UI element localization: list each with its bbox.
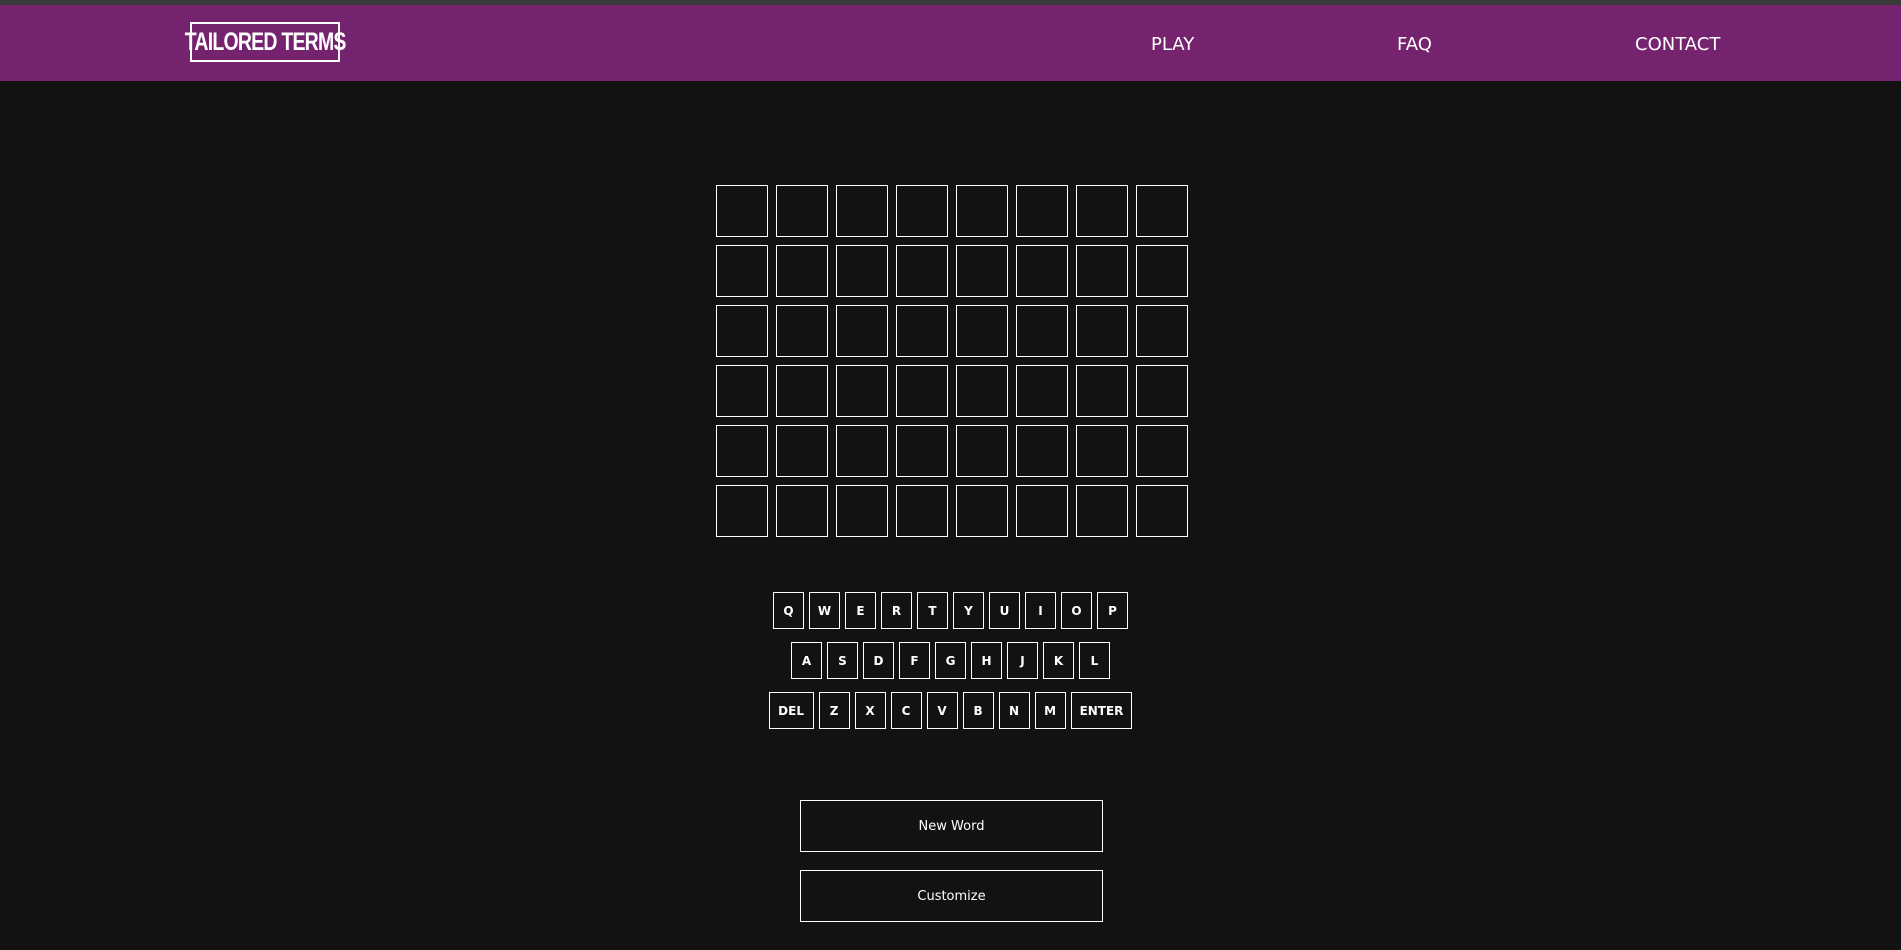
grid-cell: [716, 245, 768, 297]
logo-text: TAILORED TERMS: [184, 27, 347, 56]
grid-cell: [1136, 245, 1188, 297]
grid-cell: [896, 185, 948, 237]
grid-cell: [1076, 245, 1128, 297]
key-i[interactable]: I: [1025, 592, 1056, 629]
grid-cell: [1136, 305, 1188, 357]
new-word-button[interactable]: New Word: [800, 800, 1103, 852]
grid-cell: [836, 425, 888, 477]
grid-cell: [956, 185, 1008, 237]
grid-cell: [776, 485, 828, 537]
grid-cell: [896, 245, 948, 297]
grid-cell: [1016, 185, 1068, 237]
key-q[interactable]: Q: [773, 592, 804, 629]
grid-cell: [836, 185, 888, 237]
grid-cell: [1016, 425, 1068, 477]
key-del[interactable]: DEL: [768, 692, 814, 729]
grid-cell: [1016, 485, 1068, 537]
grid-cell: [1076, 185, 1128, 237]
navbar: TAILORED TERMS PLAY FAQ CONTACT: [0, 5, 1901, 81]
key-a[interactable]: A: [791, 642, 822, 679]
nav-contact-link[interactable]: CONTACT: [1635, 34, 1720, 55]
key-enter[interactable]: ENTER: [1070, 692, 1133, 729]
grid-cell: [716, 185, 768, 237]
key-g[interactable]: G: [935, 642, 966, 679]
key-e[interactable]: E: [845, 592, 876, 629]
grid-cell: [1136, 365, 1188, 417]
key-d[interactable]: D: [863, 642, 894, 679]
key-p[interactable]: P: [1097, 592, 1128, 629]
grid-cell: [896, 365, 948, 417]
grid-cell: [1016, 245, 1068, 297]
key-x[interactable]: X: [854, 692, 886, 729]
key-y[interactable]: Y: [953, 592, 984, 629]
key-v[interactable]: V: [926, 692, 958, 729]
key-l[interactable]: L: [1079, 642, 1110, 679]
keyboard-row-2: ASDFGHJKL: [0, 642, 1901, 679]
grid-cell: [836, 245, 888, 297]
nav-play-link[interactable]: PLAY: [1151, 34, 1194, 55]
grid-cell: [776, 365, 828, 417]
key-m[interactable]: M: [1034, 692, 1066, 729]
grid-cell: [776, 305, 828, 357]
grid-cell: [716, 485, 768, 537]
key-u[interactable]: U: [989, 592, 1020, 629]
grid-cell: [1016, 365, 1068, 417]
key-o[interactable]: O: [1061, 592, 1092, 629]
grid-cell: [956, 425, 1008, 477]
key-w[interactable]: W: [809, 592, 840, 629]
keyboard-row-3: DEL Z X C V B N M ENTER: [0, 692, 1901, 729]
key-t[interactable]: T: [917, 592, 948, 629]
key-h[interactable]: H: [971, 642, 1002, 679]
grid-cell: [836, 305, 888, 357]
grid-cell: [896, 485, 948, 537]
key-c[interactable]: C: [890, 692, 922, 729]
grid-cell: [896, 305, 948, 357]
grid-cell: [776, 185, 828, 237]
grid-cell: [1136, 485, 1188, 537]
keyboard-row-1: QWERTYUIOP: [0, 592, 1901, 629]
grid-cell: [836, 485, 888, 537]
grid-cell: [956, 245, 1008, 297]
grid-cell: [956, 485, 1008, 537]
key-z[interactable]: Z: [818, 692, 850, 729]
letter-grid: [716, 185, 1188, 537]
key-j[interactable]: J: [1007, 642, 1038, 679]
grid-cell: [1076, 365, 1128, 417]
grid-cell: [1076, 305, 1128, 357]
key-n[interactable]: N: [998, 692, 1030, 729]
grid-cell: [1016, 305, 1068, 357]
grid-cell: [776, 245, 828, 297]
grid-cell: [1076, 485, 1128, 537]
grid-cell: [1076, 425, 1128, 477]
grid-cell: [956, 305, 1008, 357]
grid-cell: [956, 365, 1008, 417]
nav-faq-link[interactable]: FAQ: [1397, 34, 1432, 55]
key-r[interactable]: R: [881, 592, 912, 629]
key-s[interactable]: S: [827, 642, 858, 679]
grid-cell: [1136, 425, 1188, 477]
grid-cell: [716, 365, 768, 417]
logo[interactable]: TAILORED TERMS: [185, 22, 346, 62]
grid-cell: [896, 425, 948, 477]
grid-cell: [776, 425, 828, 477]
key-f[interactable]: F: [899, 642, 930, 679]
grid-cell: [716, 305, 768, 357]
key-b[interactable]: B: [962, 692, 994, 729]
key-k[interactable]: K: [1043, 642, 1074, 679]
customize-button[interactable]: Customize: [800, 870, 1103, 922]
grid-cell: [716, 425, 768, 477]
grid-cell: [1136, 185, 1188, 237]
grid-cell: [836, 365, 888, 417]
